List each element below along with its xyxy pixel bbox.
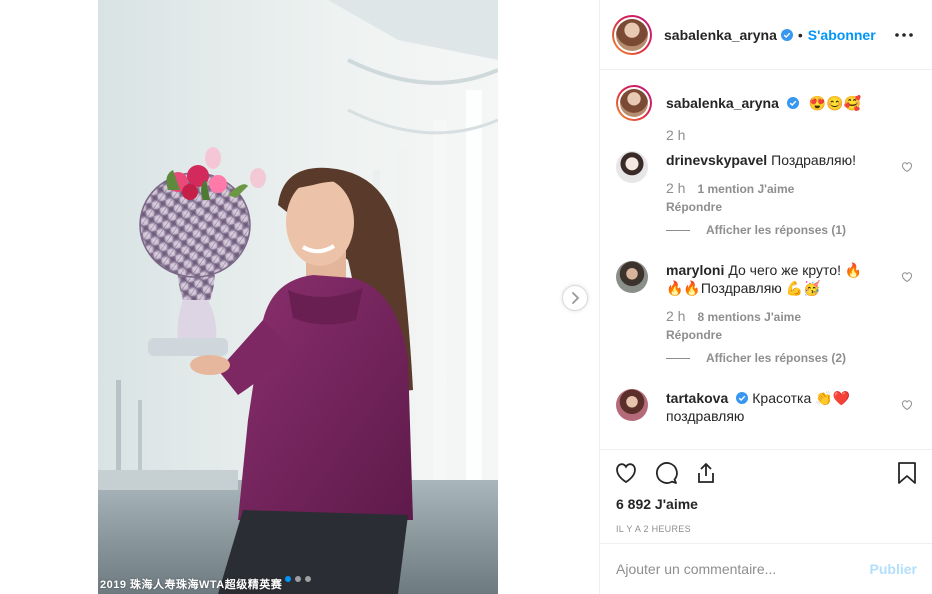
- post-photo[interactable]: 2019 珠海人寿珠海WTA超级精英赛: [98, 0, 498, 594]
- view-replies-button[interactable]: Afficher les réponses (2): [666, 351, 846, 365]
- comment-username[interactable]: drinevskypavel: [666, 152, 767, 168]
- comments-list: sabalenka_aryna 😍😊🥰 2 h drinevskypavel По…: [600, 71, 932, 449]
- share-icon: [698, 463, 714, 483]
- post-header: sabalenka_aryna • S'abonner: [600, 0, 932, 70]
- share-button[interactable]: [692, 459, 720, 487]
- instagram-post-view: 2019 珠海人寿珠海WTA超级精英赛 sabalenka_aryna • S'…: [0, 0, 932, 594]
- caption-text: 😍😊🥰: [808, 95, 862, 111]
- view-replies-button[interactable]: Afficher les réponses (1): [666, 223, 846, 237]
- like-button[interactable]: [612, 459, 640, 487]
- view-replies-label: Afficher les réponses (2): [706, 351, 847, 365]
- comment-item: tartakova Красотка 👏❤️ поздравляю: [616, 389, 916, 425]
- post-timestamp[interactable]: IL Y A 2 HEURES: [600, 524, 932, 534]
- comment-like-heart-icon[interactable]: [901, 161, 913, 173]
- bookmark-icon: [898, 462, 916, 484]
- comment-item: drinevskypavel Поздравляю! 2 h 1 mention J…: [616, 151, 916, 216]
- save-button[interactable]: [893, 459, 921, 487]
- photo-illustration: [98, 0, 498, 594]
- comment-time[interactable]: 2 h: [666, 180, 685, 196]
- verified-icon: [780, 28, 793, 41]
- reply-button[interactable]: Répondre: [666, 326, 876, 344]
- comment-avatar[interactable]: [616, 261, 648, 293]
- caption-avatar[interactable]: [616, 85, 652, 121]
- carousel-dot[interactable]: [285, 576, 291, 582]
- comment-like-heart-icon[interactable]: [901, 271, 913, 283]
- verified-icon: [736, 392, 749, 404]
- carousel-dot[interactable]: [305, 576, 311, 582]
- view-replies-label: Afficher les réponses (1): [706, 223, 847, 237]
- reply-button[interactable]: Répondre: [666, 198, 876, 216]
- comment-icon: [656, 462, 678, 484]
- caption: sabalenka_aryna 😍😊🥰 2 h: [616, 85, 916, 145]
- add-comment-bar: Publier: [600, 543, 932, 594]
- verified-icon: [786, 97, 799, 109]
- comment-button[interactable]: [652, 459, 680, 487]
- caption-username[interactable]: sabalenka_aryna: [666, 95, 779, 111]
- comment-item: maryloni До чего же круто! 🔥🔥🔥Поздравляю …: [616, 261, 916, 344]
- likes-count[interactable]: 6 892 J'aime: [600, 496, 932, 512]
- follow-button[interactable]: S'abonner: [808, 27, 876, 43]
- more-options-icon: [895, 32, 913, 37]
- post-side-panel: sabalenka_aryna • S'abonner sabalenka_ar…: [599, 0, 932, 594]
- chevron-right-icon: [572, 292, 580, 304]
- comment-time[interactable]: 2 h: [666, 308, 685, 324]
- author-avatar[interactable]: [612, 14, 652, 55]
- comment-username[interactable]: maryloni: [666, 262, 724, 278]
- comment-likes[interactable]: 1 mention J'aime: [697, 182, 794, 196]
- comment-like-heart-icon[interactable]: [901, 399, 913, 411]
- comment-username[interactable]: tartakova: [666, 390, 728, 406]
- more-options-button[interactable]: [892, 23, 916, 47]
- caption-time[interactable]: 2 h: [666, 127, 685, 143]
- author-username[interactable]: sabalenka_aryna: [664, 27, 777, 43]
- comment-avatar[interactable]: [616, 151, 648, 183]
- heart-icon: [616, 463, 636, 484]
- carousel-dot[interactable]: [295, 576, 301, 582]
- comment-text: Поздравляю!: [771, 152, 856, 168]
- comment-likes[interactable]: 8 mentions J'aime: [697, 310, 801, 324]
- next-photo-button[interactable]: [562, 285, 588, 311]
- post-actions: 6 892 J'aime IL Y A 2 HEURES: [600, 449, 932, 534]
- photo-watermark: 2019 珠海人寿珠海WTA超级精英赛: [100, 579, 283, 591]
- comment-input[interactable]: [616, 561, 870, 577]
- publish-button[interactable]: Publier: [870, 561, 917, 577]
- header-separator: •: [797, 26, 803, 43]
- comment-avatar[interactable]: [616, 389, 648, 421]
